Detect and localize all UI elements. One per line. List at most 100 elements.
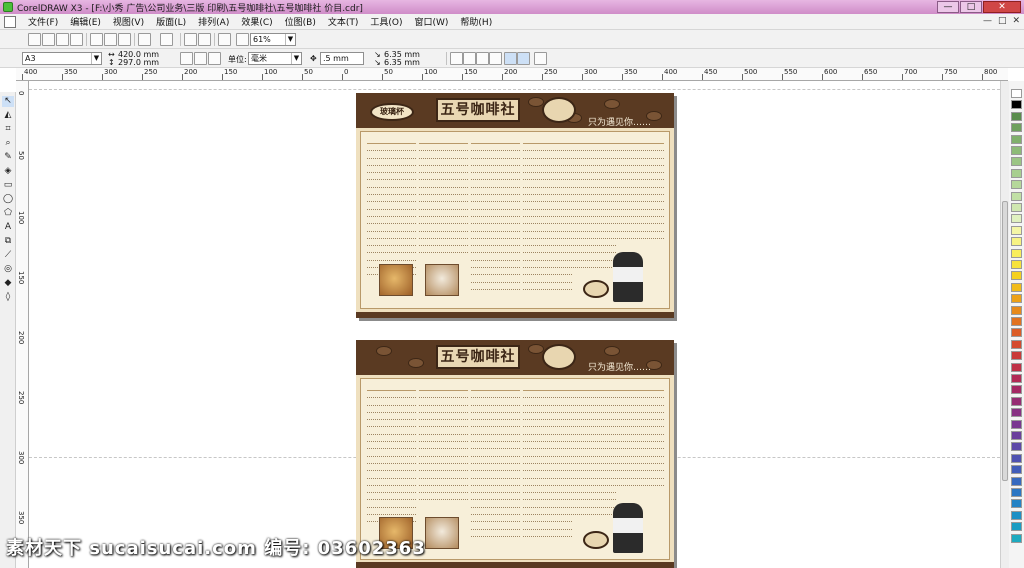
color-swatch[interactable] — [1011, 522, 1022, 532]
snap-to-objects-icon[interactable] — [476, 52, 489, 65]
color-swatch[interactable] — [1011, 408, 1022, 418]
color-swatch[interactable] — [1011, 260, 1022, 269]
color-swatch[interactable] — [1011, 237, 1022, 247]
scrollbar-thumb[interactable] — [1002, 201, 1008, 481]
maximize-button[interactable]: □ — [960, 1, 982, 13]
duplicate-y-field[interactable]: 6.35 mm — [384, 58, 420, 67]
color-swatch[interactable] — [1011, 385, 1022, 395]
horizontal-ruler[interactable]: 400 350 300 250 200 150 100 50 0 50 100 150 200 250 30… — [16, 68, 1008, 81]
menu-view[interactable]: 视图(V) — [107, 15, 150, 28]
ellipse-tool-icon[interactable]: ◯ — [2, 194, 14, 205]
color-swatch[interactable] — [1011, 282, 1022, 292]
menu-board-1[interactable]: 玻璃杯 五号咖啡社 只为遇见你…… — [356, 93, 674, 318]
options-icon[interactable] — [534, 52, 547, 65]
close-button[interactable]: ✕ — [983, 1, 1021, 13]
rectangle-tool-icon[interactable]: ▭ — [2, 180, 14, 191]
color-swatch[interactable] — [1011, 89, 1022, 98]
color-swatch[interactable] — [1011, 111, 1022, 121]
menu-tools[interactable]: 工具(O) — [364, 15, 408, 28]
corel-online-icon[interactable] — [236, 33, 249, 46]
new-icon[interactable] — [28, 33, 41, 46]
color-swatch[interactable] — [1011, 168, 1022, 178]
menu-window[interactable]: 窗口(W) — [409, 15, 455, 28]
units-combo[interactable]: 毫米 ▼ — [248, 52, 302, 65]
drawing-canvas[interactable]: 玻璃杯 五号咖啡社 只为遇见你…… 五号咖啡社 只为遇见你…… — [29, 81, 1000, 568]
nudge-distance-field[interactable]: .5 mm — [320, 52, 364, 65]
color-swatch[interactable] — [1011, 453, 1022, 463]
print-icon[interactable] — [70, 33, 83, 46]
treat-as-filled-icon[interactable] — [504, 52, 517, 65]
export-icon[interactable] — [198, 33, 211, 46]
draw-fill-icon[interactable] — [517, 52, 530, 65]
color-swatch[interactable] — [1011, 351, 1022, 361]
color-swatch[interactable] — [1011, 328, 1022, 338]
interactive-blend-tool-icon[interactable]: ⧉ — [2, 236, 14, 247]
menu-effects[interactable]: 效果(C) — [235, 15, 278, 28]
polygon-tool-icon[interactable]: ⬠ — [2, 208, 14, 219]
pick-tool-icon[interactable]: ↖ — [2, 96, 14, 107]
menu-file[interactable]: 文件(F) — [22, 15, 64, 28]
freehand-tool-icon[interactable]: ✎ — [2, 152, 14, 163]
menu-text[interactable]: 文本(T) — [322, 15, 365, 28]
menu-arrange[interactable]: 排列(A) — [192, 15, 235, 28]
text-tool-icon[interactable]: A — [2, 222, 14, 233]
landscape-icon[interactable] — [194, 52, 207, 65]
color-swatch[interactable] — [1011, 191, 1022, 201]
color-swatch[interactable] — [1011, 510, 1022, 520]
color-swatch[interactable] — [1011, 180, 1022, 190]
color-swatch[interactable] — [1011, 431, 1022, 440]
color-swatch[interactable] — [1011, 248, 1022, 258]
snap-to-grid-icon[interactable] — [450, 52, 463, 65]
color-swatch[interactable] — [1011, 100, 1022, 110]
page-layout-icon[interactable] — [208, 52, 221, 65]
paper-size-combo[interactable]: A3 ▼ — [22, 52, 102, 65]
import-icon[interactable] — [184, 33, 197, 46]
color-swatch[interactable] — [1011, 123, 1022, 133]
shape-tool-icon[interactable]: ◭ — [2, 110, 14, 121]
color-swatch[interactable] — [1011, 488, 1022, 497]
color-swatch[interactable] — [1011, 362, 1022, 372]
color-swatch[interactable] — [1011, 499, 1022, 509]
cut-icon[interactable] — [90, 33, 103, 46]
outline-tool-icon[interactable]: ◎ — [2, 264, 14, 275]
color-swatch[interactable] — [1011, 465, 1022, 475]
color-swatch[interactable] — [1011, 203, 1022, 212]
color-swatch[interactable] — [1011, 419, 1022, 429]
color-swatch[interactable] — [1011, 317, 1022, 326]
paste-icon[interactable] — [118, 33, 131, 46]
page-height-field[interactable]: 297.0 mm — [118, 58, 159, 67]
menu-edit[interactable]: 编辑(E) — [64, 15, 107, 28]
doc-restore-button[interactable]: □ — [998, 16, 1007, 26]
crop-tool-icon[interactable]: ⌗ — [2, 124, 14, 135]
smart-fill-tool-icon[interactable]: ◈ — [2, 166, 14, 177]
color-swatch[interactable] — [1011, 374, 1022, 383]
fill-tool-icon[interactable]: ◆ — [2, 278, 14, 289]
color-swatch[interactable] — [1011, 134, 1022, 144]
application-launcher-icon[interactable] — [218, 33, 231, 46]
copy-icon[interactable] — [104, 33, 117, 46]
vertical-scrollbar[interactable] — [1000, 81, 1009, 568]
color-swatch[interactable] — [1011, 294, 1022, 304]
color-swatch[interactable] — [1011, 533, 1022, 543]
menu-help[interactable]: 帮助(H) — [454, 15, 498, 28]
save-icon[interactable] — [56, 33, 69, 46]
zoom-tool-icon[interactable]: ⌕ — [2, 138, 14, 149]
color-swatch[interactable] — [1011, 157, 1022, 167]
dynamic-guides-icon[interactable] — [489, 52, 502, 65]
color-swatch[interactable] — [1011, 146, 1022, 155]
portrait-icon[interactable] — [180, 52, 193, 65]
vertical-ruler[interactable]: 0 50 100 150 200 250 300 350 — [16, 81, 29, 568]
color-swatch[interactable] — [1011, 225, 1022, 235]
guideline[interactable] — [29, 89, 1000, 90]
redo-icon[interactable] — [160, 33, 173, 46]
color-swatch[interactable] — [1011, 476, 1022, 486]
minimize-button[interactable]: — — [937, 1, 959, 13]
color-swatch[interactable] — [1011, 396, 1022, 406]
zoom-level-combo[interactable]: 61% ▼ — [250, 33, 296, 46]
eyedropper-tool-icon[interactable]: ⟋ — [2, 250, 14, 261]
color-swatch[interactable] — [1011, 271, 1022, 281]
undo-icon[interactable] — [138, 33, 151, 46]
menu-layout[interactable]: 版面(L) — [150, 15, 192, 28]
color-swatch[interactable] — [1011, 442, 1022, 452]
color-swatch[interactable] — [1011, 305, 1022, 315]
